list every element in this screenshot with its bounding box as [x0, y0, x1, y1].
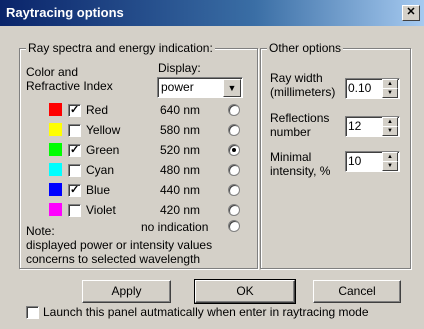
ray-width-value: 0.10 — [348, 81, 372, 95]
red-checkbox[interactable]: ✓ — [68, 104, 81, 117]
cancel-button[interactable]: Cancel — [313, 280, 401, 303]
green-swatch — [49, 143, 62, 156]
blue-swatch — [49, 183, 62, 196]
display-select-value: power — [161, 80, 194, 94]
check-icon: ✓ — [70, 104, 80, 116]
blue-checkbox[interactable]: ✓ — [68, 184, 81, 197]
check-icon: ✓ — [70, 144, 80, 156]
ray-width-unit: (millimeters) — [270, 85, 336, 99]
no-indication-radio[interactable] — [228, 220, 240, 232]
yellow-radio[interactable] — [228, 124, 240, 136]
close-icon[interactable]: ✕ — [402, 5, 420, 21]
other-options-legend: Other options — [267, 41, 344, 55]
red-radio[interactable] — [228, 104, 240, 116]
color-label: Color and — [26, 65, 79, 79]
note-label: Note: — [26, 224, 55, 238]
yellow-checkbox[interactable] — [68, 124, 81, 137]
reflections-label: Reflections — [270, 111, 330, 125]
violet-checkbox[interactable] — [68, 204, 81, 217]
red-swatch — [49, 103, 62, 116]
min-intensity-label-2: intensity, % — [270, 164, 331, 178]
violet-swatch — [49, 203, 62, 216]
chevron-down-icon[interactable]: ▼ — [223, 79, 241, 97]
red-label: Red — [86, 103, 109, 117]
ray-spectra-group: Ray spectra and energy indication: Color… — [19, 41, 258, 269]
ok-button[interactable]: OK — [194, 279, 296, 304]
yellow-label: Yellow — [86, 123, 121, 137]
title-bar: Raytracing options ✕ — [0, 0, 424, 26]
blue-label: Blue — [86, 183, 111, 197]
min-intensity-label: Minimal — [270, 150, 312, 164]
violet-wavelength: 420 nm — [160, 203, 201, 217]
min-intensity-value: 10 — [348, 154, 362, 168]
blue-radio[interactable] — [228, 184, 240, 196]
green-radio[interactable] — [228, 144, 240, 156]
other-options-group: Other options Ray width (millimeters) 0.… — [260, 41, 411, 269]
display-label: Display: — [158, 61, 201, 75]
reflections-value: 12 — [348, 119, 362, 133]
reflections-label-2: number — [270, 125, 311, 139]
red-wavelength: 640 nm — [160, 103, 201, 117]
launch-label: Launch this panel autmatically when ente… — [43, 305, 369, 319]
violet-label: Violet — [86, 203, 116, 217]
check-icon: ✓ — [70, 184, 80, 196]
apply-button[interactable]: Apply — [82, 280, 171, 303]
note-line-1: displayed power or intensity values — [26, 238, 213, 252]
min-intensity-spinner[interactable]: 10 ▲ ▼ — [345, 151, 400, 172]
reflections-spinner[interactable]: 12 ▲ ▼ — [345, 116, 400, 137]
cyan-swatch — [49, 163, 62, 176]
launch-checkbox[interactable] — [26, 306, 39, 319]
cyan-checkbox[interactable] — [68, 164, 81, 177]
ray-width-label: Ray width — [270, 71, 323, 85]
window-title: Raytracing options — [6, 5, 124, 20]
green-wavelength: 520 nm — [160, 143, 201, 157]
no-indication-label: no indication — [141, 220, 209, 234]
cyan-radio[interactable] — [228, 164, 240, 176]
green-checkbox[interactable]: ✓ — [68, 144, 81, 157]
yellow-swatch — [49, 123, 62, 136]
ray-spectra-legend: Ray spectra and energy indication: — [26, 41, 215, 55]
display-select[interactable]: power ▼ — [157, 77, 243, 98]
yellow-wavelength: 580 nm — [160, 123, 201, 137]
spin-down-icon[interactable]: ▼ — [382, 88, 398, 98]
refractive-index-label: Refractive Index — [26, 79, 113, 93]
spin-down-icon[interactable]: ▼ — [382, 126, 398, 136]
cyan-label: Cyan — [86, 163, 115, 177]
spin-down-icon[interactable]: ▼ — [382, 161, 398, 171]
blue-wavelength: 440 nm — [160, 183, 201, 197]
violet-radio[interactable] — [228, 204, 240, 216]
ray-width-spinner[interactable]: 0.10 ▲ ▼ — [345, 78, 400, 99]
note-line-2: concerns to selected wavelength — [26, 252, 201, 266]
cyan-wavelength: 480 nm — [160, 163, 201, 177]
green-label: Green — [86, 143, 120, 157]
